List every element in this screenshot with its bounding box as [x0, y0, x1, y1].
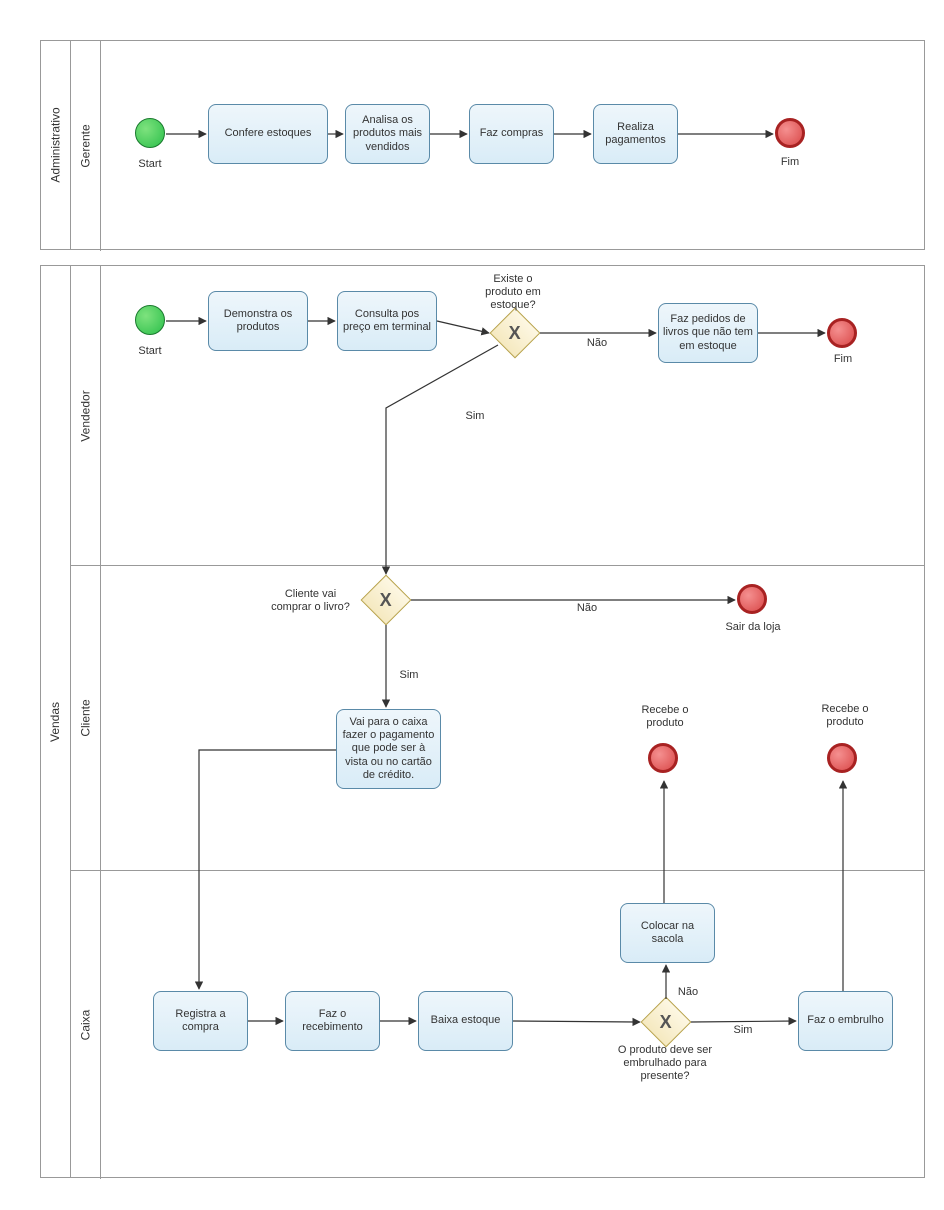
pool-label: Administrativo	[49, 107, 63, 182]
start-label: Start	[128, 158, 172, 171]
lane-title-vendedor: Vendedor	[71, 266, 101, 565]
task-faz-embrulho[interactable]: Faz o embrulho	[798, 991, 893, 1051]
end-label: Recebe o produto	[812, 703, 878, 729]
start-event-vendedor[interactable]	[135, 305, 165, 335]
task-label: Vai para o caixa fazer o pagamento que p…	[341, 716, 436, 782]
x-icon: X	[660, 1011, 672, 1032]
task-label: Colocar na sacola	[625, 920, 710, 946]
task-baixa-estoque[interactable]: Baixa estoque	[418, 991, 513, 1051]
gateway-question: Existe o produto em estoque?	[478, 273, 548, 313]
task-label: Baixa estoque	[431, 1014, 501, 1027]
task-label: Realiza pagamentos	[598, 121, 673, 147]
edge-label-sim: Sim	[394, 669, 424, 682]
task-label: Consulta pos preço em terminal	[342, 308, 432, 334]
task-label: Faz compras	[480, 127, 544, 140]
end-event-sair-loja[interactable]	[737, 584, 767, 614]
x-icon: X	[380, 589, 392, 610]
edge-label-sim: Sim	[728, 1024, 758, 1037]
task-faz-compras[interactable]: Faz compras	[469, 104, 554, 164]
pool-label: Vendas	[49, 701, 63, 741]
task-label: Faz o embrulho	[807, 1014, 883, 1027]
task-consulta-preco[interactable]: Consulta pos preço em terminal	[337, 291, 437, 351]
task-demonstra-produtos[interactable]: Demonstra os produtos	[208, 291, 308, 351]
task-label: Faz pedidos de livros que não tem em est…	[663, 313, 753, 353]
lane-title-gerente: Gerente	[71, 41, 101, 251]
task-label: Confere estoques	[225, 127, 312, 140]
lane-cliente: Cliente	[71, 566, 924, 871]
task-analisa-produtos[interactable]: Analisa os produtos mais vendidos	[345, 104, 430, 164]
lane-label: Cliente	[79, 699, 93, 736]
task-label: Demonstra os produtos	[213, 308, 303, 334]
lane-label: Caixa	[79, 1010, 93, 1041]
end-label: Sair da loja	[720, 621, 786, 634]
lane-label: Vendedor	[79, 390, 93, 441]
pool-title-administrativo: Administrativo	[41, 41, 71, 249]
end-label: Fim	[823, 353, 863, 366]
gateway-question: Cliente vai comprar o livro?	[268, 588, 353, 614]
lane-title-cliente: Cliente	[71, 566, 101, 870]
edge-label-nao: Não	[582, 337, 612, 350]
end-event-vendedor[interactable]	[827, 318, 857, 348]
end-event-recebe-produto-2[interactable]	[827, 743, 857, 773]
edge-label-sim: Sim	[460, 410, 490, 423]
lane-title-caixa: Caixa	[71, 871, 101, 1179]
task-registra-compra[interactable]: Registra a compra	[153, 991, 248, 1051]
end-event-recebe-produto-1[interactable]	[648, 743, 678, 773]
end-label: Recebe o produto	[632, 704, 698, 730]
start-label: Start	[128, 345, 172, 358]
task-vai-caixa-pagar[interactable]: Vai para o caixa fazer o pagamento que p…	[336, 709, 441, 789]
task-realiza-pagamentos[interactable]: Realiza pagamentos	[593, 104, 678, 164]
x-icon: X	[509, 322, 521, 343]
task-label: Registra a compra	[158, 1008, 243, 1034]
task-label: Faz o recebimento	[290, 1008, 375, 1034]
edge-label-nao: Não	[673, 986, 703, 999]
end-event-gerente[interactable]	[775, 118, 805, 148]
edge-label-nao: Não	[572, 602, 602, 615]
gateway-question: O produto deve ser embrulhado para prese…	[615, 1044, 715, 1084]
task-label: Analisa os produtos mais vendidos	[350, 114, 425, 154]
task-colocar-sacola[interactable]: Colocar na sacola	[620, 903, 715, 963]
lane-label: Gerente	[79, 124, 93, 167]
end-label: Fim	[770, 156, 810, 169]
task-confere-estoques[interactable]: Confere estoques	[208, 104, 328, 164]
task-faz-pedidos[interactable]: Faz pedidos de livros que não tem em est…	[658, 303, 758, 363]
pool-title-vendas: Vendas	[41, 266, 71, 1177]
bpmn-canvas: Administrativo Gerente Vendas Vendedor C…	[10, 10, 944, 1200]
start-event-gerente[interactable]	[135, 118, 165, 148]
task-faz-recebimento[interactable]: Faz o recebimento	[285, 991, 380, 1051]
